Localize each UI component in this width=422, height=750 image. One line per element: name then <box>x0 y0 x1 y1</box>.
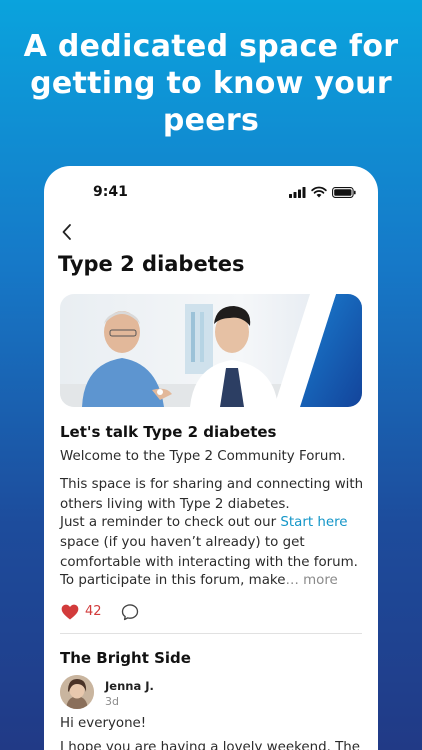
page-title: Type 2 diabetes <box>58 252 245 276</box>
start-here-link[interactable]: Start here <box>280 515 347 530</box>
wifi-icon <box>311 186 327 198</box>
battery-icon <box>332 187 356 198</box>
status-time: 9:41 <box>93 184 128 200</box>
post-paragraph: Welcome to the Type 2 Community Forum. <box>60 449 346 464</box>
divider <box>60 633 362 634</box>
comment-button[interactable] <box>120 602 140 622</box>
signal-icon <box>289 187 306 198</box>
promo-headline: A dedicated space for getting to know yo… <box>23 29 399 138</box>
reply-text: I hope you are having a lovely weekend. … <box>60 740 361 750</box>
more-link[interactable]: more <box>303 573 338 588</box>
like-count: 42 <box>85 604 102 619</box>
post-paragraph: Just a reminder to check out our Start h… <box>60 513 366 573</box>
reply-text: Hi everyone! <box>60 716 147 731</box>
post-text: Just a reminder to check out our <box>60 515 281 530</box>
post-text: To participate in this forum, make <box>60 573 286 588</box>
hero-image <box>60 294 362 407</box>
author-name[interactable]: Jenna J. <box>105 679 154 693</box>
avatar[interactable] <box>60 675 94 709</box>
back-button[interactable] <box>56 220 80 244</box>
post-title: Let's talk Type 2 diabetes <box>60 423 277 441</box>
post-text: space (if you haven’t already) to get co… <box>60 535 358 570</box>
ellipsis: … <box>285 573 299 588</box>
like-button[interactable] <box>60 602 80 622</box>
status-bar: 9:41 <box>44 166 378 218</box>
comment-bubble-icon <box>121 604 139 621</box>
post-paragraph-truncated: To participate in this forum, make… more <box>60 571 366 591</box>
heart-icon <box>61 604 79 620</box>
phone-screen: 9:41 Type 2 diabetes Let's talk Type 2 d… <box>44 166 378 750</box>
post-actions: 42 <box>60 600 360 624</box>
section-title: The Bright Side <box>60 649 191 667</box>
chevron-left-icon <box>62 224 71 240</box>
post-timestamp: 3d <box>105 695 119 708</box>
post-paragraph: This space is for sharing and connecting… <box>60 477 364 512</box>
